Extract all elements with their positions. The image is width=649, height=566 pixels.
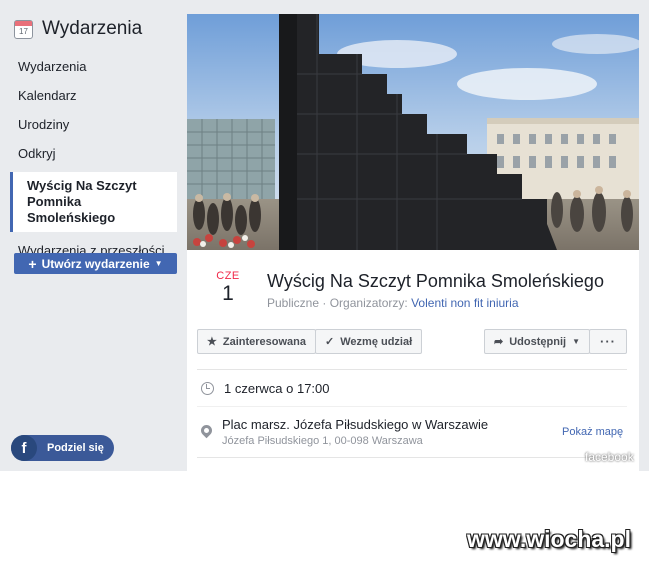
star-icon: ★ <box>207 336 217 348</box>
sidebar-item-discover[interactable]: Odkryj <box>0 139 187 168</box>
divider <box>197 406 627 407</box>
calendar-icon-day: 17 <box>19 26 28 36</box>
share-event-label: Udostępnij <box>509 335 567 348</box>
event-actions: ★ Zainteresowana ✓ Wezmę udział <box>197 329 423 354</box>
event-date-day: 1 <box>222 282 234 305</box>
event-privacy: Publiczne <box>267 296 320 310</box>
create-event-button[interactable]: + Utwórz wydarzenie ▼ <box>14 253 177 274</box>
sidebar-item-events[interactable]: Wydarzenia <box>0 52 187 81</box>
chevron-down-icon: ▼ <box>572 337 580 346</box>
sidebar-header: 17 Wydarzenia <box>14 18 142 40</box>
event-title: Wyścig Na Szczyt Pomnika Smoleńskiego <box>267 271 604 291</box>
sidebar-title: Wydarzenia <box>42 18 143 39</box>
event-cover-photo[interactable] <box>187 14 639 250</box>
cover-image <box>187 14 639 250</box>
event-meta: Publiczne · Organizatorzy: Volenti non f… <box>267 296 519 310</box>
show-map-link[interactable]: Pokaż mapę <box>562 426 623 438</box>
interested-label: Zainteresowana <box>222 335 307 348</box>
share-arrow-icon: ➦ <box>494 336 504 348</box>
sidebar: 17 Wydarzenia Wydarzenia Kalendarz Urodz… <box>0 0 187 471</box>
meta-separator: · <box>322 296 330 310</box>
event-time: 1 czerwca o 17:00 <box>224 381 330 396</box>
share-label: Podziel się <box>47 442 104 454</box>
create-event-label: Utwórz wydarzenie <box>41 256 150 271</box>
sidebar-item-current-event[interactable]: Wyścig Na Szczyt Pomnika Smoleńskiego <box>10 172 177 232</box>
checkmark-icon: ✓ <box>325 336 335 348</box>
facebook-watermark: facebook <box>585 450 634 464</box>
facebook-icon: f <box>11 435 37 461</box>
divider <box>197 369 627 370</box>
place-address: Józefa Piłsudskiego 1, 00-098 Warszawa <box>222 435 423 447</box>
sidebar-item-calendar[interactable]: Kalendarz <box>0 81 187 110</box>
more-options-button[interactable]: ··· <box>588 329 627 354</box>
organizers-label: Organizatorzy: <box>329 296 408 310</box>
plus-icon: + <box>28 255 37 272</box>
place-name[interactable]: Plac marsz. Józefa Piłsudskiego w Warsza… <box>222 417 488 432</box>
interested-button[interactable]: ★ Zainteresowana <box>197 329 317 354</box>
sidebar-nav: Wydarzenia Kalendarz Urodziny Odkryj Wyś… <box>0 52 187 265</box>
organizer-link[interactable]: Volenti non fit iniuria <box>411 296 518 310</box>
chevron-down-icon: ▼ <box>154 259 163 268</box>
event-time-row: 1 czerwca o 17:00 <box>201 381 330 396</box>
site-watermark: www.wiocha.pl <box>467 526 631 552</box>
divider <box>197 457 627 458</box>
share-button[interactable]: f Podziel się <box>11 435 114 461</box>
going-button[interactable]: ✓ Wezmę udział <box>315 329 423 354</box>
calendar-icon: 17 <box>14 19 33 39</box>
map-pin-icon <box>198 422 215 439</box>
going-label: Wezmę udział <box>340 335 413 348</box>
share-event-button[interactable]: ➦ Udostępnij ▼ <box>484 329 590 354</box>
event-date: CZE 1 <box>211 270 245 306</box>
sidebar-item-birthdays[interactable]: Urodziny <box>0 110 187 139</box>
event-header: CZE 1 Wyścig Na Szczyt Pomnika Smoleński… <box>187 254 639 324</box>
event-main: CZE 1 Wyścig Na Szczyt Pomnika Smoleński… <box>187 14 639 471</box>
event-actions-right: ➦ Udostępnij ▼ ··· <box>484 329 627 354</box>
facebook-events-screen: 17 Wydarzenia Wydarzenia Kalendarz Urodz… <box>0 0 649 471</box>
event-date-month: CZE <box>216 270 240 282</box>
clock-icon <box>201 382 214 395</box>
